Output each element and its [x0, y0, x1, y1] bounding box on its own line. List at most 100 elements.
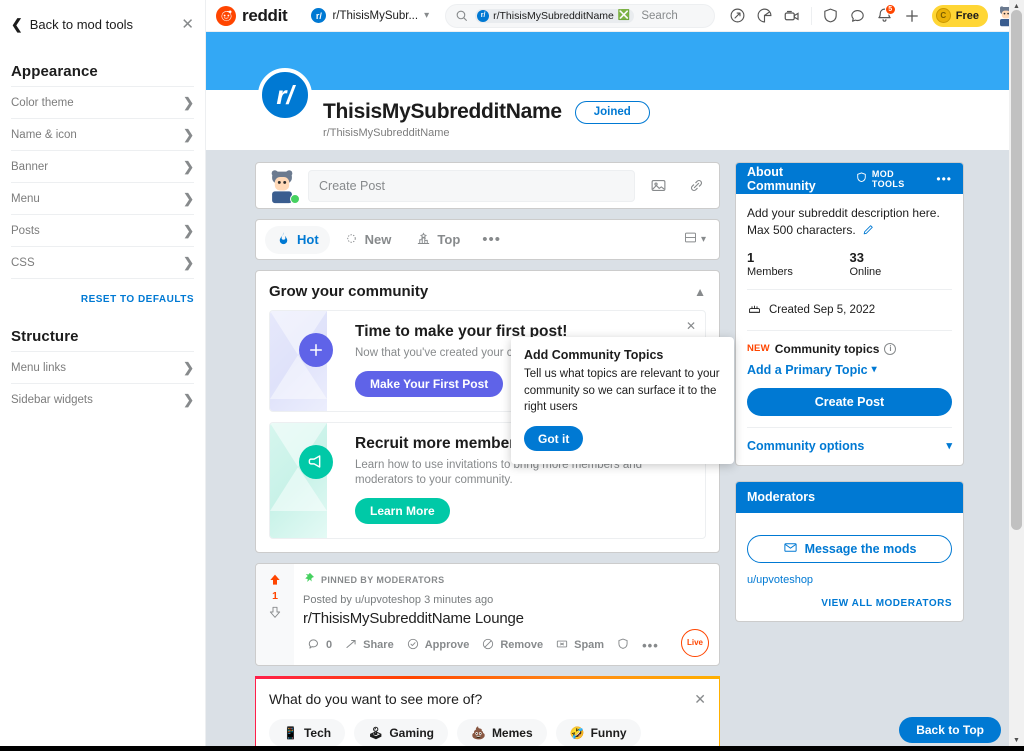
sidebar-item-color-theme[interactable]: Color theme ❯ [11, 86, 194, 118]
reset-to-defaults-row: RESET TO DEFAULTS [11, 278, 194, 307]
reddit-coins-free-button[interactable]: C Free [931, 4, 988, 27]
subreddit-avatar-icon: r/ [477, 9, 490, 22]
joined-button[interactable]: Joined [574, 100, 650, 124]
mod-panel-header: ❮ Back to mod tools ✕ [11, 6, 194, 42]
trending-chart-icon[interactable] [752, 3, 778, 29]
create-plus-icon[interactable] [899, 3, 925, 29]
upvote-arrow-icon[interactable] [267, 572, 283, 588]
close-icon[interactable]: ✕ [686, 319, 696, 333]
post-spam-label: Spam [574, 639, 605, 652]
search-input[interactable]: r/ r/ThisisMySubredditName ❎ Search [445, 3, 715, 28]
close-icon[interactable]: ✕ [694, 691, 706, 708]
chevron-down-icon: ▾ [946, 440, 952, 453]
sidebar-item-posts[interactable]: Posts ❯ [11, 214, 194, 246]
create-post-button[interactable]: Create Post [747, 387, 952, 416]
community-options-toggle[interactable]: Community options ▾ [747, 439, 952, 453]
community-description: Add your subreddit description here. Max… [747, 206, 940, 237]
topic-chip-funny[interactable]: 🤣 Funny [555, 718, 641, 747]
tab-hot[interactable]: Hot [265, 225, 330, 254]
post-mod-shield-button[interactable] [612, 634, 634, 657]
top-navigation-bar: reddit r/ r/ThisisMySubr... ▾ r/ r/Thisi… [206, 0, 1024, 32]
plus-icon [299, 333, 333, 367]
edit-pencil-icon[interactable] [862, 223, 875, 236]
about-community-header: About Community MOD TOOLS ••• [736, 163, 963, 194]
make-your-first-post-button[interactable]: Make Your First Post [355, 370, 504, 397]
clear-chip-icon[interactable]: ❎ [618, 10, 630, 21]
create-post-input[interactable]: Create Post [308, 169, 635, 202]
sparkle-icon [344, 231, 359, 249]
reset-to-defaults-button[interactable]: RESET TO DEFAULTS [81, 294, 194, 305]
link-attach-icon[interactable] [681, 171, 711, 201]
avatar[interactable] [264, 168, 300, 204]
back-to-mod-tools-label: Back to mod tools [29, 16, 134, 32]
remove-slash-icon [481, 637, 495, 654]
chevron-down-icon: ▾ [871, 364, 877, 376]
create-post-bar: Create Post [255, 162, 720, 209]
sidebar-item-menu-links[interactable]: Menu links ❯ [11, 351, 194, 383]
popular-icon[interactable] [725, 3, 751, 29]
post-comments-button[interactable]: 0 [303, 634, 336, 657]
topic-chip-memes[interactable]: 💩 Memes [456, 718, 547, 747]
tab-new[interactable]: New [333, 226, 403, 254]
post-remove-button[interactable]: Remove [477, 634, 547, 657]
chat-icon[interactable] [845, 3, 871, 29]
mod-shield-icon [855, 171, 868, 186]
close-icon[interactable]: ✕ [181, 17, 194, 32]
tab-top[interactable]: Top [405, 226, 471, 254]
sidebar-item-sidebar-widgets[interactable]: Sidebar widgets ❯ [11, 383, 194, 415]
back-to-mod-tools-button[interactable]: ❮ Back to mod tools [11, 17, 133, 32]
topic-chip-gaming[interactable]: 🕹 Gaming [354, 718, 448, 747]
reddit-live-video-icon[interactable] [779, 3, 805, 29]
search-placeholder: Search [641, 9, 678, 22]
post-title[interactable]: r/ThisisMySubredditName Lounge [303, 610, 710, 627]
layout-switcher[interactable]: ▾ [683, 230, 710, 250]
chevron-up-icon[interactable]: ▲ [694, 285, 706, 299]
moderators-title: Moderators [747, 490, 816, 505]
sidebar-item-css[interactable]: CSS ❯ [11, 246, 194, 278]
mod-tools-button[interactable]: MOD TOOLS [855, 169, 930, 189]
moderator-name[interactable]: u/upvoteshop [747, 574, 952, 586]
info-icon[interactable]: i [884, 342, 897, 355]
view-all-moderators-link[interactable]: VIEW ALL MODERATORS [747, 598, 952, 609]
notifications-bell-icon[interactable]: 5 [872, 3, 898, 29]
moderators-widget: Moderators Message the mods u/upvoteshop… [735, 480, 964, 622]
envelope-icon [783, 540, 798, 558]
reddit-home-link[interactable]: reddit [216, 5, 288, 26]
members-count: 1 [747, 249, 755, 265]
divider [747, 288, 952, 290]
search-icon [455, 9, 468, 22]
overflow-dots-icon[interactable]: ••• [936, 172, 952, 186]
members-label: Members [747, 265, 793, 278]
subreddit-picker-label: r/ThisisMySubr... [332, 9, 419, 22]
sort-overflow-dots-icon[interactable]: ••• [474, 231, 509, 248]
search-scope-chip[interactable]: r/ r/ThisisMySubredditName ❎ [475, 8, 635, 23]
back-to-top-button[interactable]: Back to Top [899, 717, 1001, 743]
online-label: Online [849, 265, 882, 278]
mod-shield-icon[interactable] [818, 3, 844, 29]
subreddit-picker-dropdown[interactable]: r/ r/ThisisMySubr... ▾ [305, 5, 435, 26]
got-it-button[interactable]: Got it [524, 426, 584, 452]
live-badge[interactable]: Live [681, 628, 709, 657]
add-primary-topic-label: Add a Primary Topic [747, 362, 868, 377]
flame-icon [276, 231, 291, 249]
subreddit-avatar[interactable]: r/ [258, 68, 312, 122]
sidebar-item-menu[interactable]: Menu ❯ [11, 182, 194, 214]
chevron-down-icon: ▾ [424, 10, 430, 21]
card-layout-icon [683, 230, 698, 250]
image-upload-icon[interactable] [643, 171, 673, 201]
post-share-button[interactable]: Share [340, 634, 398, 657]
post-approve-button[interactable]: Approve [402, 634, 474, 657]
post-spam-button[interactable]: Spam [551, 634, 608, 657]
browser-scrollbar[interactable]: ▲ ▼ [1009, 0, 1024, 751]
scrollbar-thumb[interactable] [1011, 10, 1022, 530]
sidebar-item-banner[interactable]: Banner ❯ [11, 150, 194, 182]
topic-chip-tech[interactable]: 📱 Tech [269, 718, 346, 747]
message-the-mods-button[interactable]: Message the mods [747, 534, 952, 563]
add-primary-topic-dropdown[interactable]: Add a Primary Topic ▾ [747, 363, 952, 377]
learn-more-button[interactable]: Learn More [355, 497, 450, 524]
downvote-arrow-icon[interactable] [267, 604, 283, 620]
sidebar-item-name-icon[interactable]: Name & icon ❯ [11, 118, 194, 150]
topic-chip-label: Funny [590, 725, 627, 740]
scroll-down-arrow-icon[interactable]: ▼ [1009, 734, 1024, 746]
post-overflow-dots-icon[interactable]: ••• [638, 634, 663, 657]
